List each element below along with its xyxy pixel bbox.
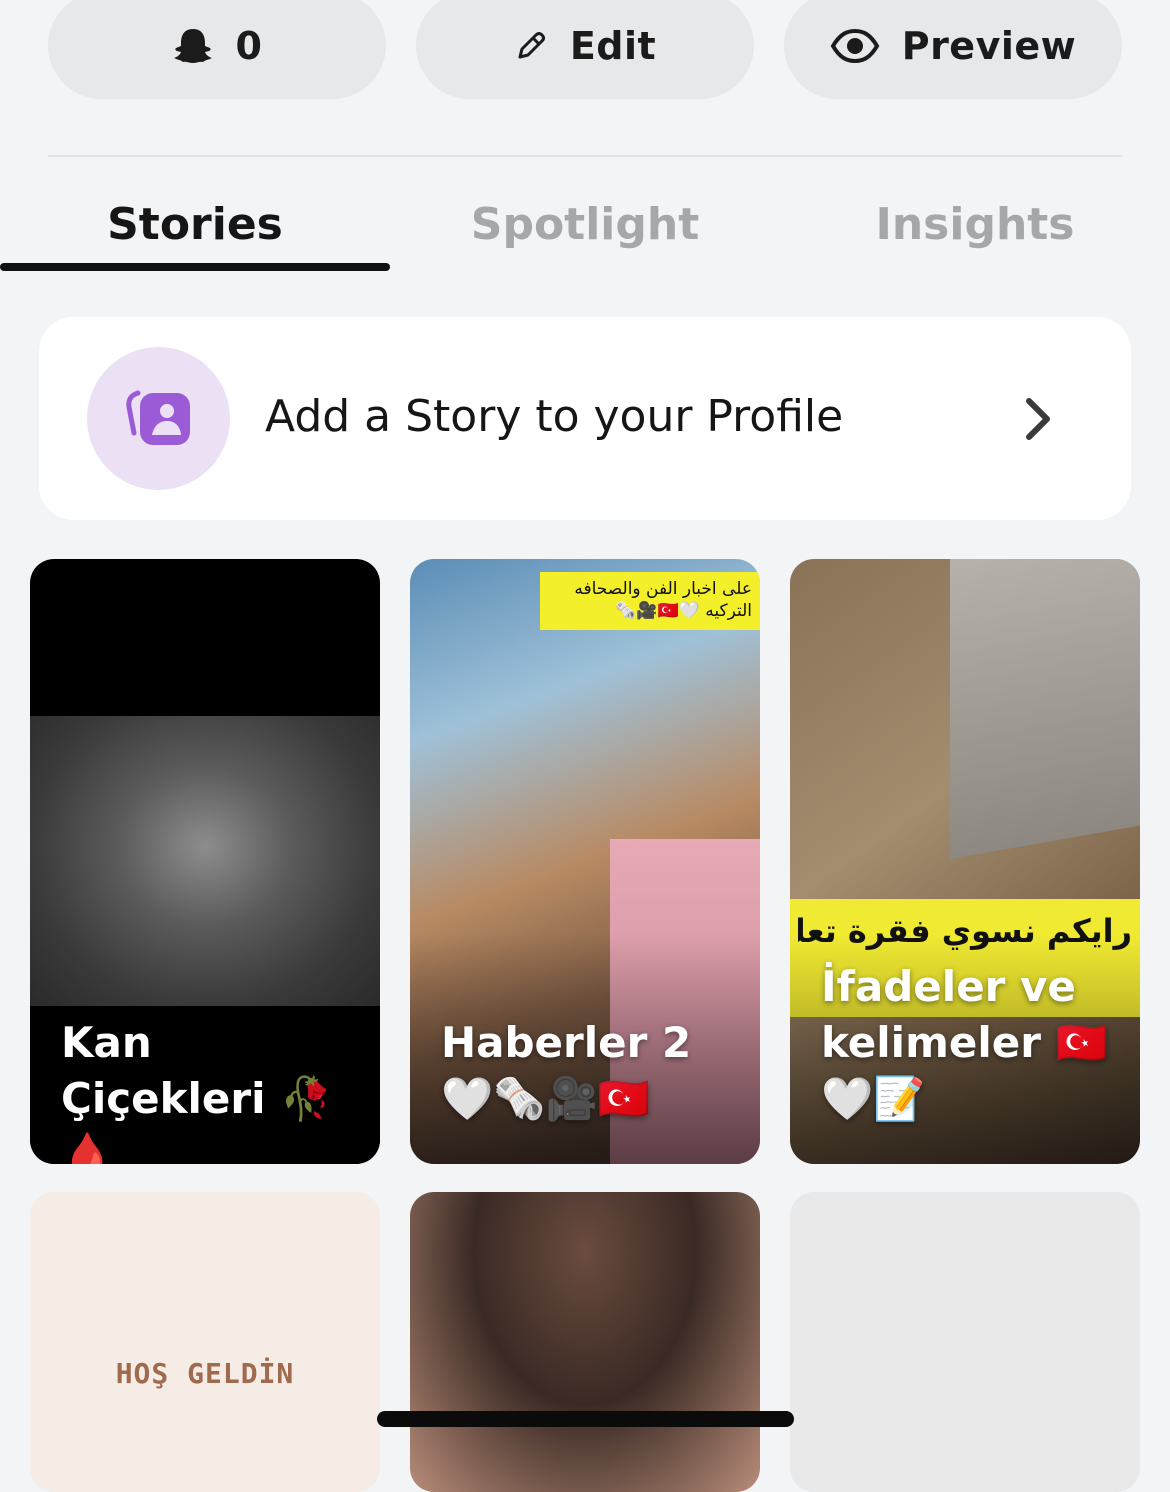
story-thumbnail [30,716,380,1006]
preview-label: Preview [901,23,1077,68]
story-title: Haberler 2 🤍🗞️🎥🇹🇷 [441,1018,692,1123]
tab-insights[interactable]: Insights [780,195,1170,255]
add-story-card[interactable]: Add a Story to your Profile [39,317,1131,520]
active-tab-indicator [0,263,390,271]
story-tile[interactable]: على اخبار الفن والصحافه التركيه 🤍🇹🇷🎥🗞️ H… [410,559,760,1164]
friends-count: 0 [235,23,263,68]
story-tile[interactable]: رايكم نسوي فقرة تعلم في اللغة التركية İf… [790,559,1140,1164]
eye-icon [830,28,880,64]
story-banner-text: على اخبار الفن والصحافه التركيه 🤍🇹🇷🎥🗞️ [540,572,760,630]
add-story-icon-circle [87,347,230,490]
story-thumbnail [950,559,1140,859]
story-tile[interactable] [410,1192,760,1492]
story-tile[interactable]: Kan Çiçekleri 🥀🩸 [30,559,380,1164]
edit-label: Edit [569,23,657,68]
preview-button[interactable]: Preview [784,0,1122,99]
chevron-right-icon [1023,397,1053,446]
story-title: Kan Çiçekleri 🥀🩸 [61,1018,333,1164]
story-stack-icon [124,383,194,454]
story-title: İfadeler ve kelimeler 🇹🇷🤍📝 [821,962,1108,1123]
ghost-icon [172,26,214,66]
home-indicator [377,1411,794,1427]
divider [48,155,1122,157]
story-tile[interactable] [790,1192,1140,1492]
tab-spotlight[interactable]: Spotlight [390,195,780,255]
tab-stories[interactable]: Stories [0,195,390,255]
pencil-icon [514,29,548,63]
story-overlay-text: HOŞ GELDİN [115,1357,295,1390]
add-story-label: Add a Story to your Profile [265,391,844,442]
story-tile[interactable]: HOŞ GELDİN [30,1192,380,1492]
friends-count-button[interactable]: 0 [48,0,386,99]
edit-button[interactable]: Edit [416,0,754,99]
